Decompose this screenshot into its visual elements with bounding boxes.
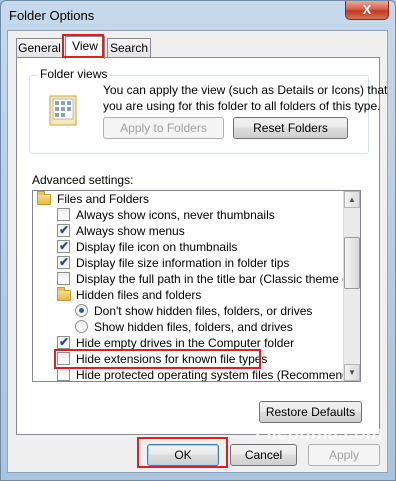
restore-defaults-button[interactable]: Restore Defaults [259,401,362,423]
folder-views-description-2: you are using for this folder to all fol… [103,99,381,113]
apply-to-folders-button[interactable]: Apply to Folders [103,117,224,139]
close-button[interactable]: X [345,1,389,20]
scrollbar-thumb[interactable] [344,237,360,289]
option-label: Always show menus [76,224,185,238]
folder-views-icon [49,95,77,126]
scroll-down-arrow-icon[interactable]: ▼ [344,364,360,381]
option-label: Display file size information in folder … [76,256,290,270]
option-label: Display the full path in the title bar (… [76,272,361,286]
checkmark-icon: ✔ [59,335,70,349]
checkbox[interactable]: ✔ [57,335,70,349]
radio-selected-dot [79,308,84,313]
checkbox[interactable] [57,272,70,285]
checkmark-icon: ✔ [59,239,70,253]
scroll-up-arrow-icon[interactable]: ▲ [344,191,360,208]
option-label: Hide protected operating system files (R… [76,368,361,382]
ok-button[interactable]: OK [147,444,219,466]
folder-views-description-1: You can apply the view (such as Details … [103,83,388,97]
option-label: Always show icons, never thumbnails [76,208,275,222]
reset-folders-button[interactable]: Reset Folders [233,117,348,139]
checkbox[interactable] [57,352,70,365]
option-label: Show hidden files, folders, and drives [94,320,293,334]
checkmark-icon: ✔ [59,223,70,237]
checkbox[interactable]: ✔ [57,239,70,253]
option-label: Hide extensions for known file types [76,352,268,366]
window-title: Folder Options [9,8,95,23]
tab-general[interactable]: General [16,38,63,58]
checkbox[interactable] [57,208,70,221]
option-label: Don't show hidden files, folders, or dri… [94,304,313,318]
radio-button[interactable] [75,304,88,317]
folder-views-title: Folder views [37,67,111,81]
checkbox[interactable]: ✔ [57,223,70,237]
apply-button[interactable]: Apply [308,444,380,466]
checkmark-icon: ✔ [59,255,70,269]
checkbox[interactable] [57,368,70,381]
tree-item-label: Hidden files and folders [76,288,202,302]
tree-item-label: Files and Folders [57,192,150,206]
folder-icon [37,191,51,205]
advanced-settings-list[interactable]: Files and Folders Always show icons, nev… [32,190,361,382]
vertical-scrollbar[interactable]: ▲ ▼ [343,191,360,381]
option-label: Display file icon on thumbnails [76,240,238,254]
folder-icon [57,287,71,301]
checkbox[interactable]: ✔ [57,255,70,269]
cancel-button[interactable]: Cancel [230,444,297,466]
tab-search[interactable]: Search [107,38,151,58]
watermark-text: Filepuma.com [255,423,383,444]
option-label: Hide empty drives in the Computer folder [76,336,295,350]
advanced-settings-label: Advanced settings: [32,173,134,187]
radio-button[interactable] [75,320,88,333]
tab-view[interactable]: View [65,36,105,59]
